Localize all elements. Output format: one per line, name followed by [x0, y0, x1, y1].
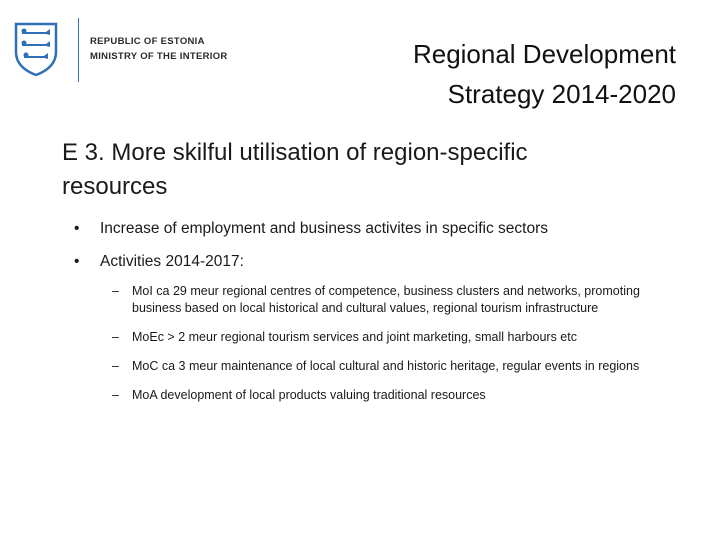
bullet-text: Increase of employment and business acti… [100, 220, 548, 237]
section-heading: E 3. More skilful utilisation of region-… [62, 136, 682, 204]
dash-marker: – [112, 359, 119, 373]
three-lions-crest-icon [14, 22, 58, 76]
logo-divider [78, 18, 79, 82]
logo-line-republic: Republic of Estonia [90, 36, 205, 47]
activities-list: – MoI ca 29 meur regional centres of com… [112, 283, 687, 416]
dash-marker: – [112, 284, 119, 298]
dash-marker: – [112, 388, 119, 402]
ministry-logo: Republic of Estonia Ministry of the Inte… [14, 18, 234, 82]
bullet-marker: • [74, 220, 80, 237]
dash-marker: – [112, 330, 119, 344]
bullet-item: • Increase of employment and business ac… [74, 218, 694, 240]
slide-title: Regional Development Strategy 2014-2020 [316, 34, 676, 114]
bullet-marker: • [74, 253, 80, 270]
bullet-text: Activities 2014-2017: [100, 253, 244, 270]
activity-item: – MoA development of local products valu… [112, 387, 687, 404]
activity-item: – MoI ca 29 meur regional centres of com… [112, 283, 687, 317]
activity-text: MoA development of local products valuin… [132, 388, 486, 402]
section-heading-line-1: E 3. More skilful utilisation of region-… [62, 139, 528, 166]
logo-text: Republic of Estonia Ministry of the Inte… [90, 34, 228, 64]
section-heading-line-2: resources [62, 173, 168, 200]
activity-text: MoI ca 29 meur regional centres of compe… [132, 284, 640, 315]
activity-text: MoC ca 3 meur maintenance of local cultu… [132, 359, 640, 373]
activity-item: – MoEc > 2 meur regional tourism service… [112, 329, 687, 346]
activity-item: – MoC ca 3 meur maintenance of local cul… [112, 358, 687, 375]
bullet-list: • Increase of employment and business ac… [74, 218, 694, 284]
activity-text: MoEc > 2 meur regional tourism services … [132, 330, 577, 344]
logo-line-ministry: Ministry of the Interior [90, 51, 228, 62]
slide-title-line-1: Regional Development [412, 39, 676, 69]
slide-title-line-2: Strategy 2014-2020 [447, 79, 676, 109]
bullet-item: • Activities 2014-2017: [74, 251, 694, 273]
